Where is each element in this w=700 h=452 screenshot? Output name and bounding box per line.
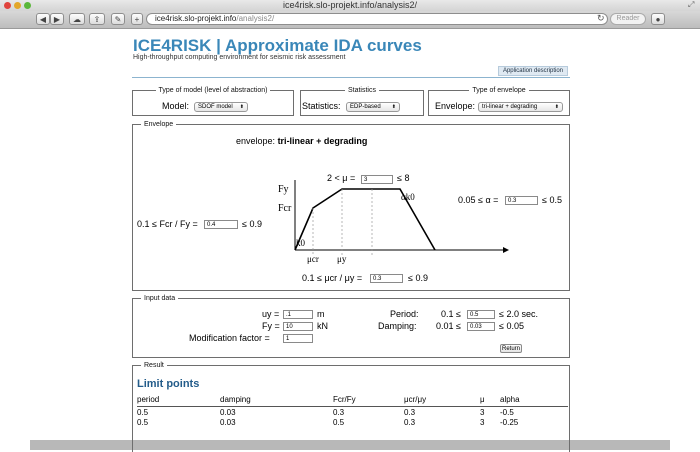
column-header-alpha: alpha bbox=[500, 395, 520, 404]
result-legend: Result bbox=[144, 362, 164, 369]
cell-period: 0.5 bbox=[137, 408, 149, 417]
reader-button[interactable]: Reader bbox=[610, 13, 646, 25]
settings-button[interactable]: ✎ bbox=[111, 13, 125, 25]
period-input[interactable]: 0.5 bbox=[467, 310, 495, 319]
model-label: Model: bbox=[162, 101, 190, 111]
damping-suffix: ≤ 0.05 bbox=[499, 321, 524, 331]
back-button[interactable]: ◀ bbox=[36, 13, 50, 25]
fy-label: Fy bbox=[278, 184, 289, 195]
mucr-input[interactable]: 0.3 bbox=[370, 274, 403, 283]
input-data-legend: Input data bbox=[144, 295, 176, 302]
cell-damping: 0.03 bbox=[220, 418, 236, 427]
fcr-prefix: 0.1 ≤ Fcr / Fy = bbox=[137, 219, 198, 229]
cell-damping: 0.03 bbox=[220, 408, 236, 417]
page-subtitle: High-throughput computing environment fo… bbox=[133, 54, 346, 61]
cell-mu: 3 bbox=[480, 418, 485, 427]
fcr-input[interactable]: 0.4 bbox=[204, 220, 238, 229]
period-prefix: 0.1 ≤ bbox=[441, 309, 461, 319]
fy-unit: kN bbox=[317, 321, 328, 331]
column-header-mucr-muy: μcr/μy bbox=[404, 395, 427, 404]
envelope-caption-value: tri-linear + degrading bbox=[277, 136, 368, 146]
envelope-type-select-value: tri-linear + degrading bbox=[482, 104, 538, 110]
column-header-fcr-fy: Fcr/Fy bbox=[333, 395, 356, 404]
return-button[interactable]: Return bbox=[500, 344, 522, 353]
period-suffix: ≤ 2.0 sec. bbox=[499, 309, 538, 319]
envelope-type-select[interactable]: tri-linear + degrading ⬍ bbox=[478, 102, 563, 112]
cell-mucr-muy: 0.3 bbox=[404, 418, 416, 427]
envelope-caption: envelope: tri-linear + degrading bbox=[236, 136, 367, 146]
damping-label: Damping: bbox=[378, 321, 417, 331]
column-header-period: period bbox=[137, 395, 160, 404]
forward-button[interactable]: ▶ bbox=[50, 13, 64, 25]
fy-input-label: Fy = bbox=[262, 321, 280, 331]
cell-mucr-muy: 0.3 bbox=[404, 408, 416, 417]
envelope-type-label: Envelope: bbox=[435, 101, 476, 111]
url-path: /analysis2/ bbox=[236, 14, 275, 23]
mu-y-label: μy bbox=[337, 254, 347, 264]
address-bar[interactable]: ice4risk.slo-projekt.info/analysis2/ bbox=[146, 13, 608, 25]
reload-icon[interactable]: ↻ bbox=[597, 13, 605, 24]
damping-input[interactable]: 0.03 bbox=[467, 322, 495, 331]
period-label: Period: bbox=[390, 309, 419, 319]
result-header-divider bbox=[137, 406, 568, 407]
application-description-button[interactable]: Application description bbox=[498, 66, 568, 76]
model-legend: Type of model (level of abstraction) bbox=[158, 87, 268, 94]
cell-alpha: -0.25 bbox=[500, 418, 519, 427]
fullscreen-icon[interactable]: ⤢ bbox=[688, 0, 694, 10]
mu-cr-label: μcr bbox=[307, 254, 319, 264]
fy-input[interactable]: 10 bbox=[283, 322, 313, 331]
modification-factor-label: Modification factor = bbox=[189, 333, 270, 343]
limit-points-title: Limit points bbox=[137, 378, 200, 390]
envelope-legend: Envelope bbox=[144, 121, 174, 128]
diagram-x-arrow-icon bbox=[503, 247, 509, 253]
statistics-label: Statistics: bbox=[302, 101, 341, 111]
uy-unit: m bbox=[317, 309, 325, 319]
share-button[interactable]: ⇪ bbox=[89, 13, 105, 25]
column-header-damping: damping bbox=[220, 395, 251, 404]
statistics-select[interactable]: EDP-based ⬍ bbox=[346, 102, 400, 112]
select-arrows-icon: ⬍ bbox=[391, 104, 396, 110]
k0-label: k0 bbox=[296, 238, 306, 248]
icloud-tabs-button[interactable]: ☁ bbox=[69, 13, 85, 25]
uy-label: uy = bbox=[262, 309, 280, 319]
statistics-select-value: EDP-based bbox=[350, 104, 381, 110]
envelope-type-legend: Type of envelope bbox=[472, 87, 526, 94]
cell-alpha: -0.5 bbox=[500, 408, 514, 417]
select-arrows-icon: ⬍ bbox=[239, 104, 244, 110]
result-fieldset: Result bbox=[132, 362, 570, 452]
alpha-suffix: ≤ 0.5 bbox=[542, 195, 562, 205]
cell-mu: 3 bbox=[480, 408, 485, 417]
cell-fcr-fy: 0.5 bbox=[333, 418, 345, 427]
envelope-diagram: Fy Fcr k0 αk0 μcr μy bbox=[278, 180, 509, 264]
column-header-mu: μ bbox=[480, 395, 485, 404]
cell-fcr-fy: 0.3 bbox=[333, 408, 345, 417]
model-select-value: SDOF model bbox=[198, 104, 233, 110]
alpha-k0-label: αk0 bbox=[401, 192, 415, 202]
header-divider bbox=[132, 77, 570, 78]
fcr-suffix: ≤ 0.9 bbox=[242, 219, 262, 229]
select-arrows-icon: ⬍ bbox=[554, 104, 559, 110]
window-title: ice4risk.slo-projekt.info/analysis2/ bbox=[282, 0, 418, 10]
uy-input[interactable]: .1 bbox=[283, 310, 313, 319]
downloads-button[interactable]: ● bbox=[651, 13, 665, 25]
model-select[interactable]: SDOF model ⬍ bbox=[194, 102, 248, 112]
fcr-label: Fcr bbox=[278, 203, 292, 214]
add-bookmark-button[interactable]: + bbox=[131, 13, 143, 25]
envelope-caption-label: envelope: bbox=[236, 136, 276, 146]
cell-period: 0.5 bbox=[137, 418, 149, 427]
modification-factor-input[interactable]: 1 bbox=[283, 334, 313, 343]
statistics-legend: Statistics bbox=[347, 87, 376, 94]
url-host: ice4risk.slo-projekt.info bbox=[155, 14, 237, 23]
damping-prefix: 0.01 ≤ bbox=[436, 321, 461, 331]
page-title: ICE4RISK | Approximate IDA curves bbox=[133, 36, 422, 55]
